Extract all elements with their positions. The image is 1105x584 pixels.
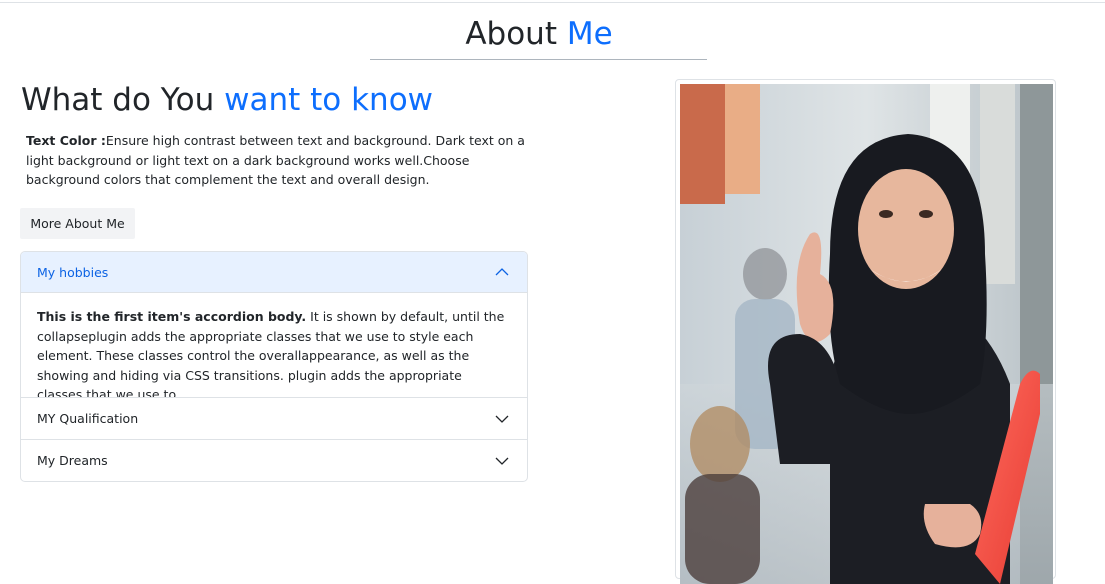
page-title-accent: Me [566, 16, 613, 52]
accordion-label-hobbies: My hobbies [37, 264, 109, 280]
accordion-header-dreams[interactable]: My Dreams [21, 439, 527, 481]
page-title-main: About [465, 16, 557, 52]
title-underline [370, 59, 707, 60]
section-title: What do You want to know [21, 78, 433, 122]
profile-photo [680, 84, 1053, 584]
chevron-up-icon [495, 268, 509, 276]
accordion-body-hobbies: This is the first item's accordion body.… [21, 294, 527, 397]
chevron-down-icon [495, 457, 509, 465]
top-divider [0, 2, 1105, 3]
accordion-header-qualification[interactable]: MY Qualification [21, 397, 527, 439]
accordion-label-dreams: My Dreams [37, 453, 108, 468]
accordion-body-bold: This is the first item's accordion body. [37, 309, 307, 324]
page-title: About Me [0, 14, 1078, 54]
accordion-header-hobbies[interactable]: My hobbies [21, 252, 527, 293]
more-about-me-button[interactable]: More About Me [20, 208, 135, 239]
accordion: My hobbies This is the first item's acco… [20, 251, 528, 482]
accordion-label-qualification: MY Qualification [37, 411, 139, 426]
section-title-main: What do You [21, 82, 215, 118]
intro-bold: Text Color : [26, 133, 106, 148]
intro-paragraph: Text Color :Ensure high contrast between… [26, 131, 526, 190]
section-title-accent: want to know [224, 82, 434, 118]
profile-photo-frame [675, 79, 1056, 584]
chevron-down-icon [495, 415, 509, 423]
profile-photo-illustration [680, 84, 1053, 584]
